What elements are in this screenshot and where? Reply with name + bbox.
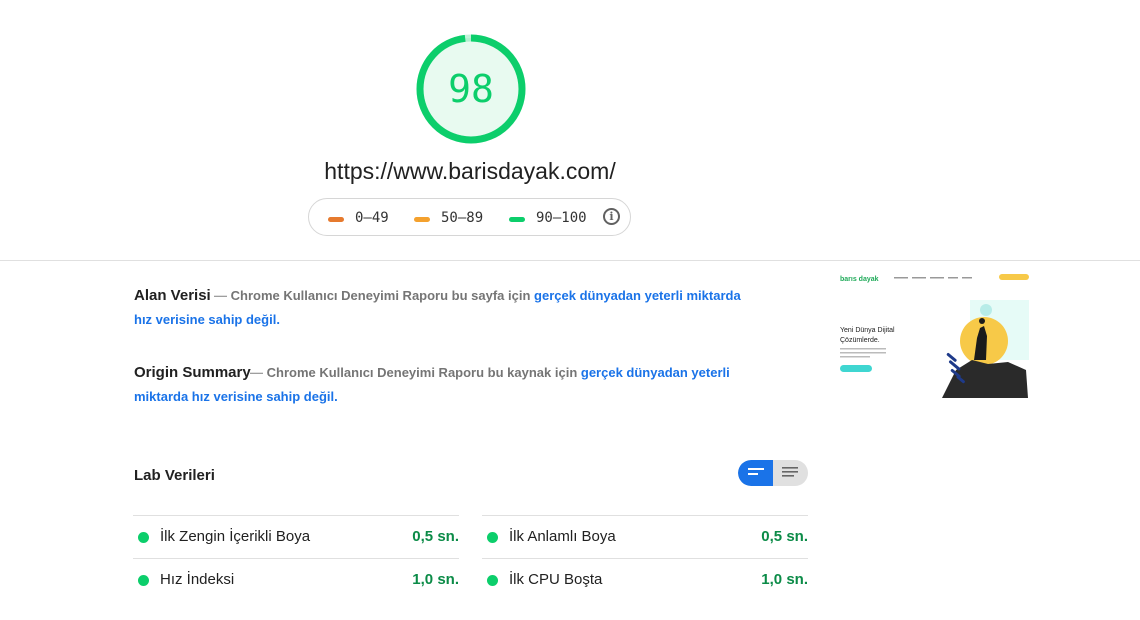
pass-indicator — [487, 532, 498, 543]
metric-first-cpu-idle: İlk CPU Boşta 1,0 sn. — [482, 558, 808, 601]
pass-legend-marker — [509, 217, 525, 222]
metric-label: İlk Anlamlı Boya — [509, 528, 616, 545]
metric-value: 0,5 sn. — [412, 528, 459, 545]
metric-label: İlk Zengin İçerikli Boya — [160, 528, 311, 545]
metric-label: İlk CPU Boşta — [509, 571, 603, 588]
svg-text:Yeni Dünya Dijital: Yeni Dünya Dijital — [840, 327, 895, 334]
metric-first-contentful-paint: İlk Zengin İçerikli Boya 0,5 sn. — [133, 515, 459, 558]
fail-legend-marker — [328, 217, 344, 222]
svg-text:barıs dayak: barıs dayak — [840, 276, 879, 283]
compact-view-icon — [748, 468, 764, 475]
section-divider — [0, 260, 1140, 261]
score-legend: 0–49 50–89 90–100 i — [308, 198, 631, 236]
field-data-description: — Chrome Kullanıcı Deneyimi Raporu bu sa… — [134, 288, 741, 327]
average-legend-marker — [414, 217, 430, 222]
tested-url: https://www.barisdayak.com/ — [324, 158, 616, 184]
page-screenshot-thumbnail: barıs dayak Yeni Dünya Dijital Çözümlerd… — [838, 266, 1030, 400]
metric-view-toggle[interactable] — [738, 460, 808, 486]
pass-indicator — [487, 575, 498, 586]
score-value: 98 — [448, 67, 494, 111]
legend-fail-range: 0–49 — [355, 210, 389, 226]
metric-speed-index: Hız İndeksi 1,0 sn. — [133, 558, 459, 601]
svg-text:Çözümlerde.: Çözümlerde. — [840, 337, 880, 344]
field-data-text: Chrome Kullanıcı Deneyimi Raporu bu sayf… — [230, 288, 531, 303]
metric-value: 0,5 sn. — [761, 528, 808, 545]
metric-first-meaningful-paint: İlk Anlamlı Boya 0,5 sn. — [482, 515, 808, 558]
pass-indicator — [138, 532, 149, 543]
lab-data-title: Lab Verileri — [134, 467, 215, 484]
thumbnail-illustration: barıs dayak Yeni Dünya Dijital Çözümlerd… — [838, 266, 1030, 400]
info-icon[interactable]: i — [603, 208, 620, 225]
legend-pass-range: 90–100 — [536, 210, 587, 226]
legend-average-range: 50–89 — [441, 210, 484, 226]
pass-indicator — [138, 575, 149, 586]
expanded-view-icon[interactable] — [782, 467, 798, 479]
performance-score-gauge: 98 — [413, 31, 529, 147]
metric-label: Hız İndeksi — [160, 571, 235, 588]
metric-value: 1,0 sn. — [412, 571, 459, 588]
metric-value: 1,0 sn. — [761, 571, 808, 588]
origin-summary-text: Chrome Kullanıcı Deneyimi Raporu bu kayn… — [266, 365, 578, 380]
origin-summary-description: — Chrome Kullanıcı Deneyimi Raporu bu ka… — [134, 365, 730, 404]
